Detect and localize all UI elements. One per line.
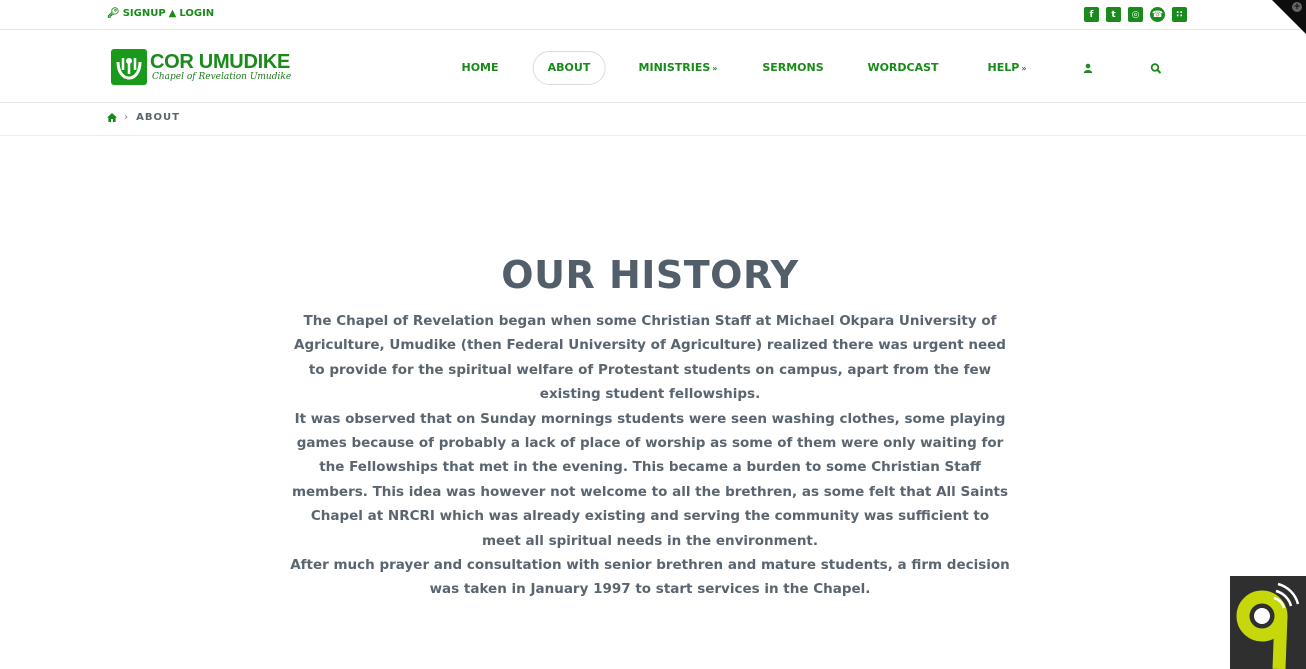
paragraph: The Chapel of Revelation began when some… (294, 313, 1006, 403)
search-icon (1150, 62, 1162, 74)
top-bar: 🔑︎ SIGNUP ▲ LOGIN f t ◎ ☎ ∷ + (0, 0, 1306, 34)
social-links: f t ◎ ☎ ∷ (1084, 7, 1187, 22)
breadcrumb: › ABOUT (107, 112, 180, 123)
page-title: OUR HISTORY (501, 253, 799, 297)
instagram-icon[interactable]: ◎ (1128, 7, 1143, 22)
login-link[interactable]: LOGIN (179, 8, 214, 19)
plus-icon[interactable]: + (1292, 2, 1302, 12)
nav-help[interactable]: HELP» (988, 51, 1027, 85)
twitter-icon[interactable]: t (1106, 7, 1121, 22)
site-header: COR UMUDIKE Chapel of Revelation Umudike… (0, 31, 1306, 103)
nav-home-label: HOME (461, 61, 499, 74)
nav-account[interactable] (1083, 51, 1093, 85)
user-icon: ▲ (168, 8, 177, 19)
nav-wordcast-label: WORDCAST (867, 61, 939, 74)
chevron-right-icon: › (124, 112, 130, 123)
nav-ministries[interactable]: MINISTRIES» (639, 51, 718, 85)
floating-radio-widget[interactable] (1230, 576, 1306, 669)
home-icon[interactable] (107, 113, 117, 122)
chevron-down-icon: » (1021, 64, 1027, 73)
whatsapp-icon[interactable]: ☎ (1150, 7, 1165, 22)
nav-about[interactable]: ABOUT (532, 51, 606, 85)
nav-sermons[interactable]: SERMONS (762, 51, 823, 85)
nav-about-label: ABOUT (547, 61, 591, 74)
main-nav: HOME ABOUT MINISTRIES» SERMONS WORDCAST … (0, 51, 1306, 85)
account-links: 🔑︎ SIGNUP ▲ LOGIN (107, 8, 214, 19)
breadcrumb-current: ABOUT (136, 112, 180, 123)
key-icon: 🔑︎ (107, 8, 120, 19)
nav-wordcast[interactable]: WORDCAST (867, 51, 938, 85)
facebook-icon[interactable]: f (1084, 7, 1099, 22)
user-icon (1083, 63, 1093, 73)
nav-sermons-label: SERMONS (762, 61, 824, 74)
nav-search[interactable] (1150, 51, 1162, 85)
rss-icon[interactable]: ∷ (1172, 7, 1187, 22)
nav-help-label: HELP (987, 61, 1020, 74)
signup-link[interactable]: SIGNUP (123, 8, 166, 19)
radio-nine-icon (1236, 582, 1300, 669)
history-text: The Chapel of Revelation began when some… (290, 309, 1010, 602)
chevron-down-icon: » (712, 64, 718, 73)
divider (0, 135, 1306, 136)
paragraph: After much prayer and consultation with … (290, 557, 1010, 598)
nav-ministries-label: MINISTRIES (638, 61, 711, 74)
nav-home[interactable]: HOME (461, 51, 498, 85)
paragraph: It was observed that on Sunday mornings … (291, 410, 1009, 549)
